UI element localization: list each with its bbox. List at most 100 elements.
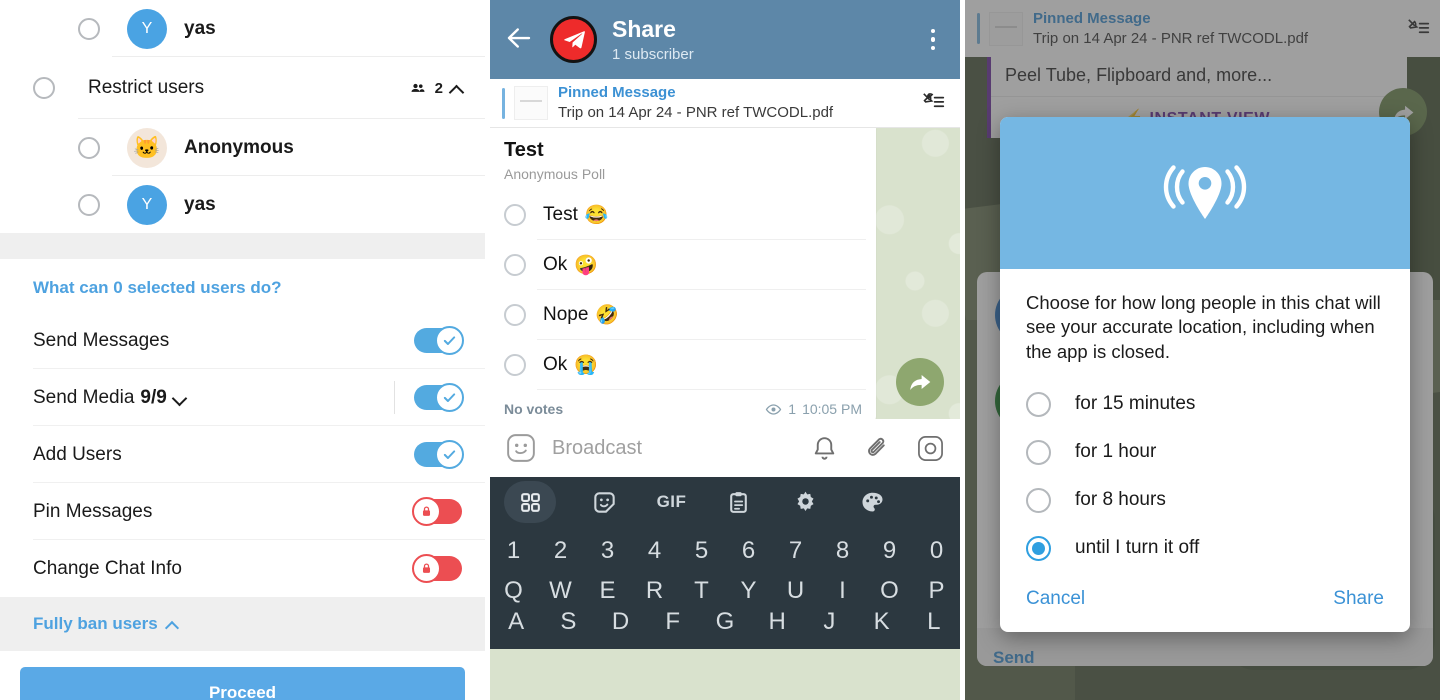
poll-option[interactable]: Ok 😭: [490, 340, 876, 390]
key-t[interactable]: T: [678, 577, 725, 605]
proceed-container: Proceed: [0, 651, 485, 700]
permission-toggle[interactable]: [414, 440, 464, 469]
key-u[interactable]: U: [772, 577, 819, 605]
poll-option-radio[interactable]: [504, 204, 526, 226]
key-d[interactable]: D: [594, 611, 646, 633]
user-radio[interactable]: [78, 136, 100, 159]
radio-button-selected[interactable]: [1026, 535, 1051, 561]
on-screen-keyboard[interactable]: 1 2 3 4 5 6 7 8 9 0 Q W E R T Y U I O P …: [490, 527, 960, 649]
bell-icon[interactable]: [811, 435, 838, 462]
key-2[interactable]: 2: [537, 537, 584, 565]
key-9[interactable]: 9: [866, 537, 913, 565]
permission-toggle[interactable]: [412, 497, 462, 526]
key-j[interactable]: J: [803, 611, 855, 633]
section-meta[interactable]: 2: [408, 80, 463, 97]
smiley-icon[interactable]: [506, 433, 536, 463]
key-h[interactable]: H: [751, 611, 803, 633]
cancel-button[interactable]: Cancel: [1026, 588, 1085, 610]
grid-icon[interactable]: [504, 481, 556, 523]
key-7[interactable]: 7: [772, 537, 819, 565]
user-radio[interactable]: [78, 17, 100, 40]
permission-row-send-media[interactable]: Send Media 9/9: [0, 369, 485, 426]
list-item[interactable]: 🐱 Anonymous: [0, 119, 485, 176]
chevron-down-icon[interactable]: [172, 391, 186, 405]
key-g[interactable]: G: [699, 611, 751, 633]
section-restrict-users[interactable]: Restrict users 2: [0, 57, 485, 119]
key-r[interactable]: R: [631, 577, 678, 605]
dialog-option-1-hour[interactable]: for 1 hour: [1026, 428, 1384, 476]
sticker-icon[interactable]: [571, 481, 638, 523]
message-input-bar[interactable]: Broadcast: [490, 419, 960, 477]
key-1[interactable]: 1: [490, 537, 537, 565]
share-button[interactable]: Share: [1333, 588, 1384, 610]
poll-option[interactable]: Ok 🤪: [490, 240, 876, 290]
permission-row-add-users[interactable]: Add Users: [0, 426, 485, 483]
palette-icon[interactable]: [839, 481, 906, 523]
pinned-label: Pinned Message: [558, 84, 676, 101]
permission-row-pin-messages[interactable]: Pin Messages: [0, 483, 485, 540]
key-w[interactable]: W: [537, 577, 584, 605]
radio-button[interactable]: [1026, 439, 1051, 465]
permission-label: Add Users: [33, 443, 122, 465]
overflow-menu-icon[interactable]: [920, 23, 946, 57]
key-e[interactable]: E: [584, 577, 631, 605]
key-6[interactable]: 6: [725, 537, 772, 565]
permission-row-change-chat-info[interactable]: Change Chat Info: [0, 540, 485, 597]
key-a[interactable]: A: [490, 611, 542, 633]
chevron-up-icon[interactable]: [166, 618, 179, 631]
key-8[interactable]: 8: [819, 537, 866, 565]
key-o[interactable]: O: [866, 577, 913, 605]
back-arrow-icon[interactable]: [504, 23, 538, 57]
poll-option-radio[interactable]: [504, 304, 526, 326]
key-f[interactable]: F: [647, 611, 699, 633]
section-title: Restrict users: [88, 77, 205, 98]
section-radio[interactable]: [33, 77, 55, 99]
list-item[interactable]: Y yas: [0, 176, 485, 233]
poll-option-radio[interactable]: [504, 254, 526, 276]
dialog-option-15-minutes[interactable]: for 15 minutes: [1026, 380, 1384, 428]
check-icon: [435, 440, 464, 469]
radio-button[interactable]: [1026, 487, 1051, 513]
key-i[interactable]: I: [819, 577, 866, 605]
gif-icon[interactable]: GIF: [638, 481, 705, 523]
key-4[interactable]: 4: [631, 537, 678, 565]
key-q[interactable]: Q: [490, 577, 537, 605]
list-item[interactable]: Y yas: [0, 0, 485, 57]
paperclip-icon[interactable]: [864, 435, 891, 462]
pinned-list-icon[interactable]: [920, 90, 946, 116]
chat-avatar[interactable]: [550, 16, 597, 63]
fully-ban-users-toggle[interactable]: Fully ban users: [0, 597, 485, 651]
permission-row-send-messages[interactable]: Send Messages: [0, 312, 485, 369]
poll-message[interactable]: Test Anonymous Poll Test 😂 Ok 🤪 Nope 🤣 O…: [490, 128, 876, 419]
permissions-panel: Y yas Restrict users 2 🐱 Anonymous Y yas…: [0, 0, 485, 700]
dialog-option-8-hours[interactable]: for 8 hours: [1026, 476, 1384, 524]
dialog-option-until-turned-off[interactable]: until I turn it off: [1026, 524, 1384, 572]
permission-toggle[interactable]: [414, 383, 464, 412]
gear-icon[interactable]: [772, 481, 839, 523]
key-p[interactable]: P: [913, 577, 960, 605]
dialog-option-label: for 8 hours: [1075, 489, 1166, 511]
camera-icon[interactable]: [917, 435, 944, 462]
key-k[interactable]: K: [856, 611, 908, 633]
key-l[interactable]: L: [908, 611, 960, 633]
permission-toggle[interactable]: [412, 554, 462, 583]
permission-toggle[interactable]: [414, 326, 464, 355]
key-3[interactable]: 3: [584, 537, 631, 565]
clipboard-icon[interactable]: [705, 481, 772, 523]
pinned-message-bar[interactable]: Pinned Message Trip on 14 Apr 24 - PNR r…: [490, 79, 960, 128]
chevron-up-icon[interactable]: [450, 82, 463, 95]
key-5[interactable]: 5: [678, 537, 725, 565]
emoji-icon: 🤣: [595, 305, 620, 326]
proceed-button[interactable]: Proceed: [20, 667, 465, 700]
poll-option-radio[interactable]: [504, 354, 526, 376]
key-y[interactable]: Y: [725, 577, 772, 605]
forward-arrow-icon[interactable]: [896, 358, 944, 406]
key-0[interactable]: 0: [913, 537, 960, 565]
message-input[interactable]: Broadcast: [552, 437, 642, 460]
key-s[interactable]: S: [542, 611, 594, 633]
poll-option[interactable]: Test 😂: [490, 190, 876, 240]
radio-button[interactable]: [1026, 391, 1051, 417]
poll-option[interactable]: Nope 🤣: [490, 290, 876, 340]
user-radio[interactable]: [78, 193, 100, 216]
avatar-image: 🐱: [133, 134, 161, 160]
